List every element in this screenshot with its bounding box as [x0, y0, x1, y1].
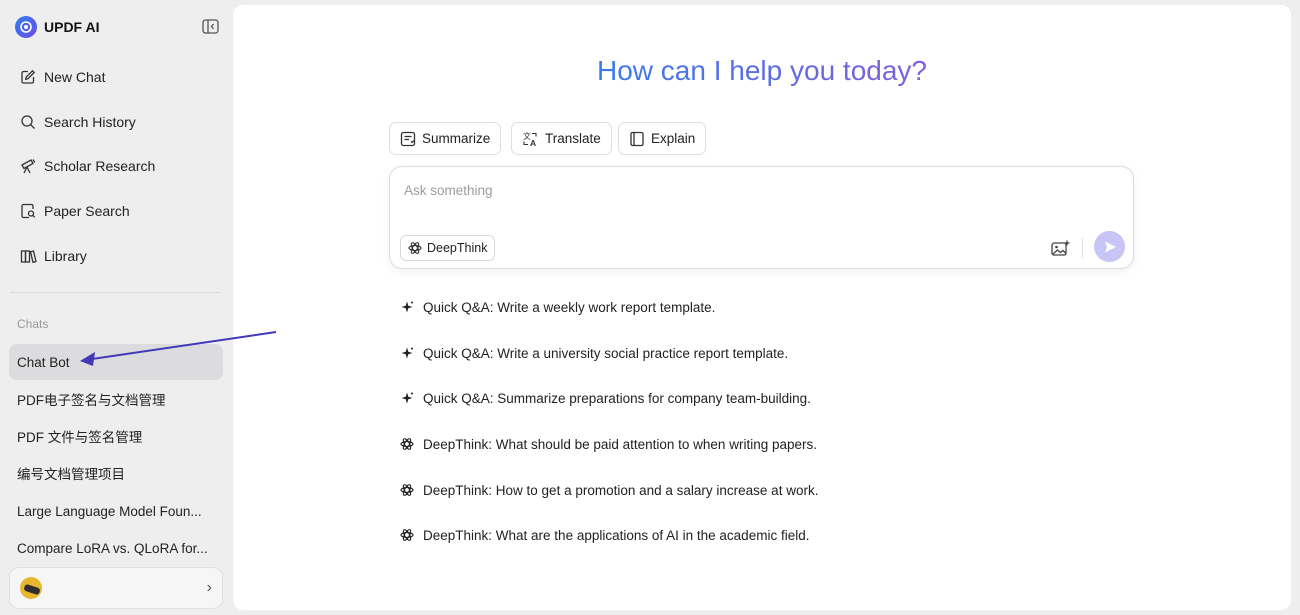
sidebar: UPDF AI New Chat Search History Scholar …	[0, 0, 232, 615]
document-search-icon	[19, 202, 37, 220]
explain-label: Explain	[651, 131, 696, 146]
atom-icon	[408, 241, 422, 255]
chevron-right-icon: ›	[206, 579, 212, 596]
nav-library[interactable]: Library	[10, 238, 222, 274]
suggestion-item[interactable]: Quick Q&A: Write a university social pra…	[399, 342, 788, 364]
translate-button[interactable]: 文A Translate	[511, 122, 612, 155]
nav-search-history[interactable]: Search History	[10, 104, 222, 140]
explain-button[interactable]: Explain	[618, 122, 707, 155]
image-upload-icon	[1050, 240, 1069, 256]
prompt-separator	[1082, 238, 1083, 258]
suggestion-text: DeepThink: What are the applications of …	[423, 527, 810, 543]
suggestion-item[interactable]: DeepThink: How to get a promotion and a …	[399, 479, 818, 501]
nav-new-chat[interactable]: New Chat	[10, 59, 222, 95]
suggestion-text: DeepThink: How to get a promotion and a …	[423, 482, 819, 498]
upload-image-button[interactable]	[1047, 235, 1073, 261]
sidebar-collapse-icon	[201, 18, 219, 34]
suggestion-item[interactable]: Quick Q&A: Write a weekly work report te…	[399, 296, 715, 318]
suggestion-text: Quick Q&A: Write a weekly work report te…	[423, 299, 716, 315]
summarize-label: Summarize	[422, 131, 491, 146]
brand: UPDF AI	[15, 14, 99, 40]
sparkle-icon	[399, 392, 415, 405]
suggestion-text: Quick Q&A: Summarize preparations for co…	[423, 390, 811, 406]
search-icon	[19, 113, 37, 131]
deepthink-toggle-button[interactable]: DeepThink	[400, 235, 496, 261]
suggestion-item[interactable]: DeepThink: What are the applications of …	[399, 524, 809, 546]
sparkle-icon	[399, 347, 415, 360]
atom-icon	[399, 437, 415, 451]
deepthink-label: DeepThink	[427, 241, 488, 255]
avatar	[20, 577, 42, 599]
translate-label: Translate	[545, 131, 601, 146]
main-panel: How can I help you today? Summarize 文A T…	[233, 5, 1291, 610]
atom-icon	[399, 528, 415, 542]
atom-icon	[399, 483, 415, 497]
library-icon	[19, 247, 37, 265]
send-icon	[1104, 241, 1116, 252]
summarize-button[interactable]: Summarize	[389, 122, 502, 155]
suggestion-text: DeepThink: What should be paid attention…	[423, 436, 817, 452]
ask-input[interactable]	[404, 183, 1004, 198]
send-button[interactable]	[1094, 231, 1125, 262]
nav-label: Paper Search	[44, 203, 130, 219]
app-window: UPDF AI New Chat Search History Scholar …	[0, 0, 1300, 615]
collapse-sidebar-button[interactable]	[200, 16, 220, 36]
nav-label: Library	[44, 248, 87, 264]
sparkle-icon	[399, 301, 415, 314]
chat-item[interactable]: Large Language Model Foun...	[9, 493, 223, 529]
updf-logo-icon	[15, 16, 37, 38]
summarize-icon	[400, 131, 416, 147]
translate-icon: 文A	[522, 131, 539, 147]
nav-label: Scholar Research	[44, 158, 156, 174]
telescope-icon	[19, 157, 37, 175]
page-title: How can I help you today?	[233, 55, 1291, 87]
edit-icon	[19, 68, 37, 86]
brand-name: UPDF AI	[44, 19, 100, 35]
chat-item[interactable]: PDF电子签名与文档管理	[9, 381, 223, 417]
nav-label: Search History	[44, 114, 136, 130]
chat-item[interactable]: PDF 文件与签名管理	[9, 418, 223, 454]
book-icon	[629, 131, 645, 147]
chat-item[interactable]: Compare LoRA vs. QLoRA for...	[9, 530, 223, 566]
nav-paper-search[interactable]: Paper Search	[10, 193, 222, 229]
user-account-bar[interactable]: ›	[9, 567, 223, 609]
chat-item-chat-bot[interactable]: Chat Bot	[9, 344, 223, 380]
svg-text:A: A	[530, 138, 536, 147]
chat-item[interactable]: 编号文档管理项目	[9, 455, 223, 491]
nav-scholar-research[interactable]: Scholar Research	[10, 148, 222, 184]
chats-section-label: Chats	[17, 317, 49, 331]
suggestion-item[interactable]: DeepThink: What should be paid attention…	[399, 433, 817, 455]
sidebar-divider	[10, 292, 220, 293]
suggestion-item[interactable]: Quick Q&A: Summarize preparations for co…	[399, 387, 811, 409]
prompt-box: DeepThink	[389, 166, 1134, 269]
suggestion-text: Quick Q&A: Write a university social pra…	[423, 345, 789, 361]
nav-label: New Chat	[44, 69, 106, 85]
